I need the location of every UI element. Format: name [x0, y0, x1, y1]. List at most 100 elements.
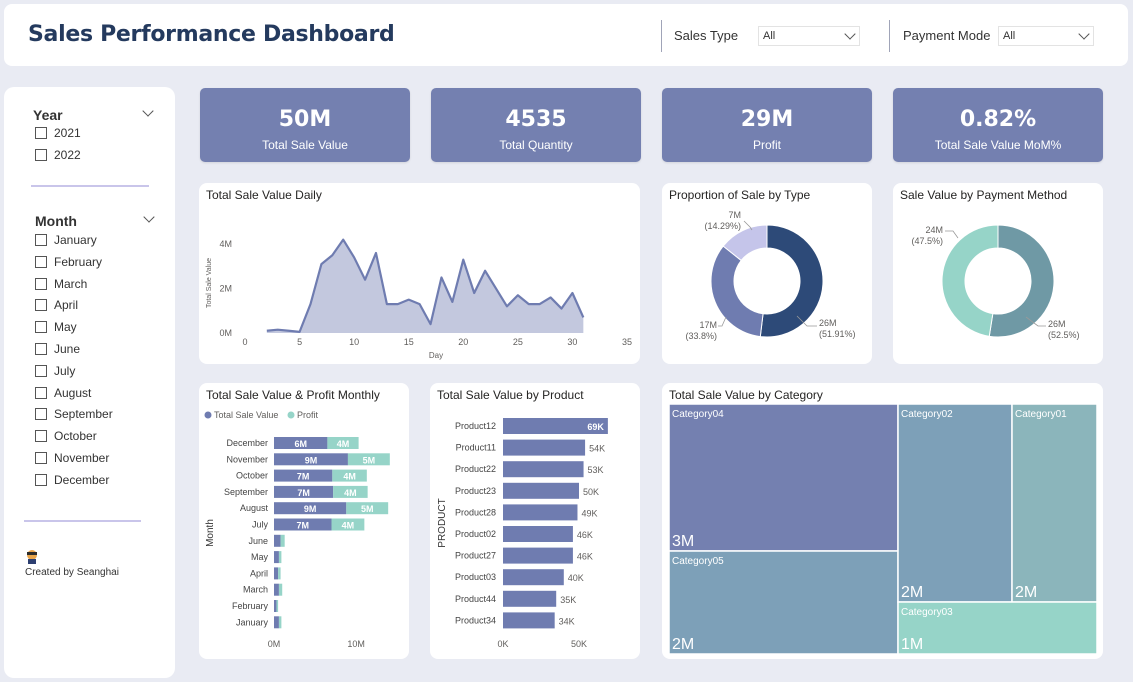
- payment-method-chart-card: Sale Value by Payment Method 26M (52.5%) 2…: [893, 183, 1103, 364]
- checkbox[interactable]: [35, 299, 47, 312]
- product-sales-chart[interactable]: Product12 69K Product11 54K Product22 53K Prod…: [430, 383, 640, 659]
- product-bar[interactable]: [503, 482, 579, 499]
- checkbox[interactable]: [35, 408, 47, 421]
- treemap-cell-value: 3M: [672, 533, 694, 550]
- month-option-september[interactable]: September: [35, 407, 113, 421]
- kpi-label: Total Sale Value MoM%: [934, 138, 1062, 152]
- bar-value-label: 5M: [363, 455, 376, 465]
- x-axis-label: Day: [429, 351, 443, 360]
- y-tick-label: July: [252, 520, 269, 530]
- year-option-2022[interactable]: 2022: [35, 148, 81, 162]
- product-bar[interactable]: [503, 439, 586, 456]
- month-option-january[interactable]: January: [35, 233, 97, 247]
- donut-slice[interactable]: [988, 224, 1055, 338]
- month-option-june[interactable]: June: [35, 342, 80, 356]
- category-treemap[interactable]: Category04 3M Category05 2M Category02 2M Cate…: [662, 383, 1103, 659]
- product-bar[interactable]: [503, 504, 578, 521]
- treemap-cell-label: Category03: [901, 607, 953, 618]
- product-bar[interactable]: [503, 612, 555, 629]
- checkbox[interactable]: [35, 149, 47, 161]
- bar-sale[interactable]: [274, 551, 279, 564]
- bar-profit[interactable]: [278, 551, 282, 564]
- daily-sales-chart[interactable]: 0M 2M 4M 0 5 10 15 20 25 30 35 Day Total Sale Value: [199, 183, 640, 364]
- y-tick-label: May: [251, 552, 269, 562]
- bar-profit[interactable]: [280, 534, 285, 547]
- checkbox[interactable]: [35, 386, 47, 399]
- chevron-down-icon[interactable]: [142, 105, 154, 117]
- y-tick-label: August: [240, 503, 269, 513]
- bar-sale[interactable]: [274, 583, 279, 596]
- month-option-november[interactable]: November: [35, 451, 109, 465]
- product-bar[interactable]: [503, 547, 573, 564]
- bar-sale[interactable]: [274, 534, 281, 547]
- payment-method-donut[interactable]: 26M(52.5%) 24M(47.5%): [893, 183, 1103, 364]
- product-bar[interactable]: [503, 461, 584, 478]
- bar-profit[interactable]: [278, 583, 283, 596]
- checkbox[interactable]: [35, 277, 47, 290]
- product-bar[interactable]: [503, 590, 557, 607]
- treemap-cell-value: 2M: [901, 584, 923, 601]
- x-tick-label: 50K: [571, 639, 587, 649]
- month-option-may[interactable]: May: [35, 320, 77, 334]
- y-tick-label: 4M: [219, 239, 232, 249]
- month-option-july[interactable]: July: [35, 364, 75, 378]
- divider: [31, 185, 149, 187]
- kpi-value: 50M: [278, 107, 332, 132]
- sale-by-type-chart-card: Proportion of Sale by Type 26M (51.91%) 17…: [662, 183, 872, 364]
- y-tick-label: 2M: [219, 284, 232, 294]
- y-tick-label: 0M: [219, 328, 232, 338]
- treemap-cell[interactable]: [897, 403, 1013, 603]
- treemap-cell[interactable]: [1011, 403, 1098, 603]
- kpi-sale-value-mom: 0.82% Total Sale Value MoM%: [893, 88, 1103, 162]
- bar-sale[interactable]: [274, 616, 279, 629]
- bar-profit[interactable]: [278, 616, 282, 629]
- bar-sale[interactable]: [274, 567, 279, 580]
- y-axis-label: Month: [205, 519, 216, 547]
- bar-value-label: 46K: [577, 530, 593, 540]
- sales-type-dropdown[interactable]: All: [758, 26, 860, 46]
- treemap-cell-value: 2M: [1015, 584, 1037, 601]
- checkbox[interactable]: [35, 473, 47, 486]
- treemap-cell-label: Category05: [672, 556, 724, 567]
- kpi-label: Profit: [752, 138, 781, 152]
- bar-value-label: 4M: [337, 439, 350, 449]
- month-slicer-title: Month: [35, 213, 77, 229]
- header-bar: Sales Performance Dashboard Sales Type A…: [4, 4, 1128, 66]
- month-option-february[interactable]: February: [35, 255, 102, 269]
- donut-slice[interactable]: [759, 224, 824, 338]
- sale-by-type-donut[interactable]: 26M(51.91%) 17M(33.8%) 7M(14.29%): [662, 183, 872, 364]
- bar-profit[interactable]: [278, 567, 281, 580]
- checkbox[interactable]: [35, 127, 47, 139]
- checkbox[interactable]: [35, 343, 47, 355]
- monthly-sales-chart[interactable]: Total Sale Value Profit December 6M 4M Novemb…: [199, 383, 409, 659]
- bar-value-label: 50K: [583, 487, 599, 497]
- donut-slice[interactable]: [941, 224, 999, 337]
- donut-slice[interactable]: [710, 245, 764, 338]
- month-option-march[interactable]: March: [35, 277, 87, 291]
- bar-value-label: 35K: [560, 595, 576, 605]
- month-option-august[interactable]: August: [35, 386, 91, 400]
- daily-sales-chart-card: Total Sale Value Daily 0M 2M 4M 0 5 10 15 20 25 3…: [199, 183, 640, 364]
- slice-pct-label: (14.29%): [704, 221, 741, 231]
- treemap-cell[interactable]: [668, 403, 899, 552]
- product-bar[interactable]: [503, 526, 573, 542]
- month-option-october[interactable]: October: [35, 429, 97, 443]
- year-option-2021[interactable]: 2021: [35, 126, 81, 140]
- x-tick-label: 10M: [347, 639, 365, 649]
- month-option-december[interactable]: December: [35, 473, 109, 487]
- checkbox[interactable]: [35, 452, 47, 464]
- checkbox[interactable]: [35, 430, 47, 443]
- checkbox[interactable]: [35, 255, 47, 268]
- treemap-cell-label: Category02: [901, 409, 953, 420]
- bar-sale[interactable]: [274, 600, 277, 612]
- product-bar[interactable]: [503, 569, 564, 586]
- checkbox[interactable]: [35, 364, 47, 377]
- chevron-down-icon[interactable]: [143, 211, 155, 223]
- payment-mode-dropdown[interactable]: All: [998, 26, 1094, 46]
- bar-profit[interactable]: [276, 600, 279, 612]
- checkbox[interactable]: [35, 321, 47, 334]
- filter-panel: Year 2021 2022 Month January February Marc…: [4, 87, 175, 678]
- month-option-april[interactable]: April: [35, 298, 78, 312]
- checkbox[interactable]: [35, 234, 47, 246]
- slice-value-label: 26M: [819, 318, 837, 328]
